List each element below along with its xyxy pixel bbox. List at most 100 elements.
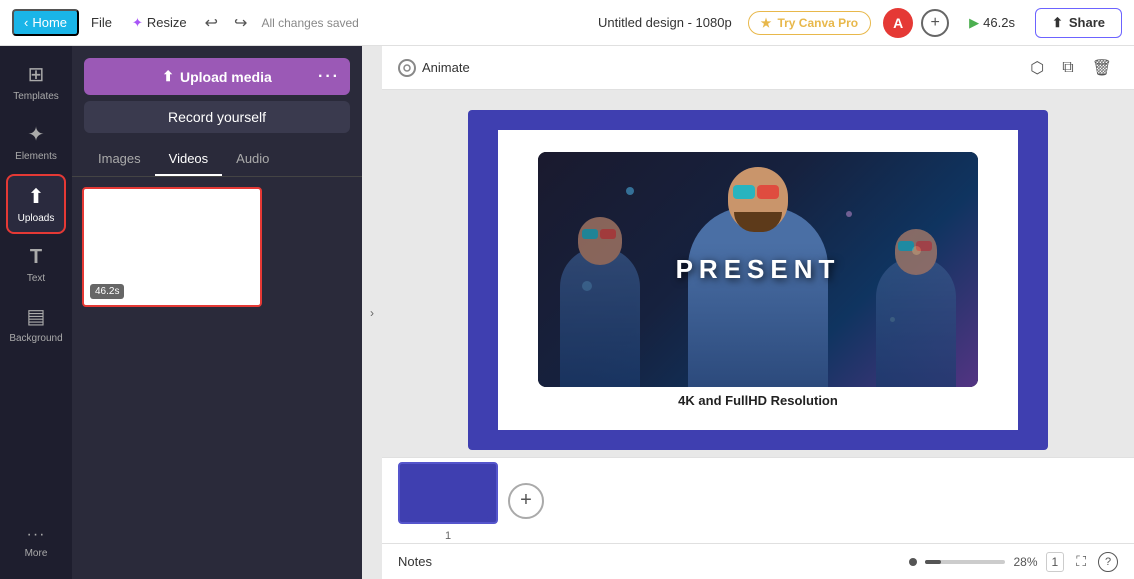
timer-value: 46.2s <box>983 15 1015 30</box>
glass-r-right <box>916 241 932 251</box>
video-thumbnail[interactable]: 46.2s <box>82 187 262 307</box>
side-glasses-right <box>898 241 934 251</box>
person-head <box>728 167 788 232</box>
notes-dot <box>909 558 917 566</box>
home-button[interactable]: ‹ Home <box>12 9 79 36</box>
undo-button[interactable]: ↩ <box>199 9 224 37</box>
chevron-left-icon: › <box>370 306 374 320</box>
add-account-button[interactable]: + <box>921 9 949 37</box>
external-link-button[interactable]: ⬡ <box>1024 54 1050 82</box>
zoom-slider-fill <box>925 560 941 564</box>
media-tabs: Images Videos Audio <box>72 143 362 177</box>
share-icon: ⬆ <box>1052 15 1063 31</box>
nav-label-templates: Templates <box>13 91 59 102</box>
animate-label: Animate <box>422 60 470 75</box>
slide-inner: PRESENT 4K and FullHD Resolution <box>498 130 1018 430</box>
help-button[interactable]: ? <box>1098 552 1118 572</box>
delete-button[interactable]: 🗑 <box>1086 54 1118 82</box>
redo-button[interactable]: ↪ <box>228 9 253 37</box>
chevron-left-icon: ‹ <box>24 15 28 30</box>
background-icon: ▤ <box>27 304 46 329</box>
add-slide-button[interactable]: + <box>508 483 544 519</box>
glass-right-small <box>600 229 616 239</box>
record-yourself-button[interactable]: Record yourself <box>84 101 350 133</box>
panel-content: 46.2s <box>72 177 362 579</box>
nav-label-more: More <box>25 548 48 559</box>
play-icon: ▶ <box>969 15 979 31</box>
glass-r-left <box>898 241 914 251</box>
design-title: Untitled design - 1080p <box>598 15 732 30</box>
left-nav: ⊞ Templates ✦ Elements ⬆ Uploads T Text … <box>0 46 72 579</box>
sidebar-item-text[interactable]: T Text <box>6 238 66 292</box>
particle <box>626 187 634 195</box>
particle <box>846 211 852 217</box>
nav-label-elements: Elements <box>15 151 57 162</box>
zoom-slider[interactable] <box>925 560 1005 564</box>
copy-button[interactable]: ⧉ <box>1056 54 1079 82</box>
side-glasses-left <box>582 229 618 239</box>
slide-caption: 4K and FullHD Resolution <box>678 393 838 408</box>
video-thumb-badge: 46.2s <box>90 284 124 299</box>
templates-icon: ⊞ <box>28 62 45 87</box>
upload-icon: ⬆ <box>162 68 174 85</box>
upload-panel: ⬆ Upload media ··· Record yourself Image… <box>72 46 362 579</box>
zoom-percent: 28% <box>1013 555 1037 569</box>
resize-icon: ✦ <box>132 15 143 31</box>
side-person-left <box>560 247 640 387</box>
page-indicator: 1 <box>1046 552 1065 572</box>
slide-number-1: 1 <box>445 530 451 542</box>
side-person-right <box>876 257 956 387</box>
text-icon: T <box>30 246 42 269</box>
sidebar-item-background[interactable]: ▤ Background <box>6 296 66 352</box>
person-silhouette <box>688 207 828 387</box>
filmstrip-thumb-1[interactable] <box>398 462 498 524</box>
upload-media-button[interactable]: ⬆ Upload media ··· <box>84 58 350 95</box>
share-button[interactable]: ⬆ Share <box>1035 8 1122 38</box>
sidebar-item-uploads[interactable]: ⬆ Uploads <box>6 174 66 234</box>
sidebar-item-templates[interactable]: ⊞ Templates <box>6 54 66 110</box>
nav-label-background: Background <box>9 333 62 344</box>
glasses <box>733 185 783 199</box>
glass-left-small <box>582 229 598 239</box>
file-button[interactable]: File <box>83 11 120 34</box>
more-icon: ··· <box>27 526 46 544</box>
tab-audio[interactable]: Audio <box>222 143 283 176</box>
nav-label-text: Text <box>27 273 45 284</box>
share-label: Share <box>1069 15 1105 30</box>
timer-button[interactable]: ▶ 46.2s <box>961 11 1023 35</box>
tab-videos[interactable]: Videos <box>155 143 223 176</box>
resize-button[interactable]: ✦ Resize <box>124 11 195 35</box>
slide-overlay-text: PRESENT <box>676 254 841 285</box>
canvas-slide: PRESENT 4K and FullHD Resolution <box>468 110 1048 450</box>
canvas-toolbar: Animate ⬡ ⧉ 🗑 <box>382 46 1134 90</box>
person-beard <box>734 212 782 232</box>
canvas-area: Animate ⬡ ⧉ 🗑 <box>382 46 1134 579</box>
elements-icon: ✦ <box>28 122 45 147</box>
toolbar-right-actions: ⬡ ⧉ 🗑 <box>1024 54 1118 82</box>
canvas-scroll-wrapper[interactable]: PRESENT 4K and FullHD Resolution <box>382 90 1134 457</box>
try-canva-pro-button[interactable]: ★ Try Canva Pro <box>748 11 871 35</box>
home-label: Home <box>32 15 67 30</box>
side-head-left <box>578 217 622 265</box>
canvapro-label: Try Canva Pro <box>777 16 858 30</box>
more-options-icon[interactable]: ··· <box>318 68 340 86</box>
nav-label-uploads: Uploads <box>18 213 55 224</box>
uploads-icon: ⬆ <box>28 184 45 209</box>
star-icon: ★ <box>761 16 772 30</box>
topbar: ‹ Home File ✦ Resize ↩ ↪ All changes sav… <box>0 0 1134 46</box>
avatar[interactable]: A <box>883 8 913 38</box>
saved-status: All changes saved <box>261 16 358 30</box>
notes-bar: Notes 28% 1 ⛶ ? <box>382 543 1134 579</box>
side-head-right <box>895 229 937 275</box>
upload-media-label: Upload media <box>180 69 272 85</box>
tab-images[interactable]: Images <box>84 143 155 176</box>
sidebar-item-more[interactable]: ··· More <box>6 518 66 567</box>
glass-left <box>733 185 755 199</box>
panel-toggle[interactable]: › <box>362 46 382 579</box>
resize-label: Resize <box>147 15 187 30</box>
animate-button[interactable]: Animate <box>398 59 470 77</box>
animate-icon <box>398 59 416 77</box>
sidebar-item-elements[interactable]: ✦ Elements <box>6 114 66 170</box>
fullscreen-button[interactable]: ⛶ <box>1072 551 1090 572</box>
notes-label: Notes <box>398 554 432 569</box>
